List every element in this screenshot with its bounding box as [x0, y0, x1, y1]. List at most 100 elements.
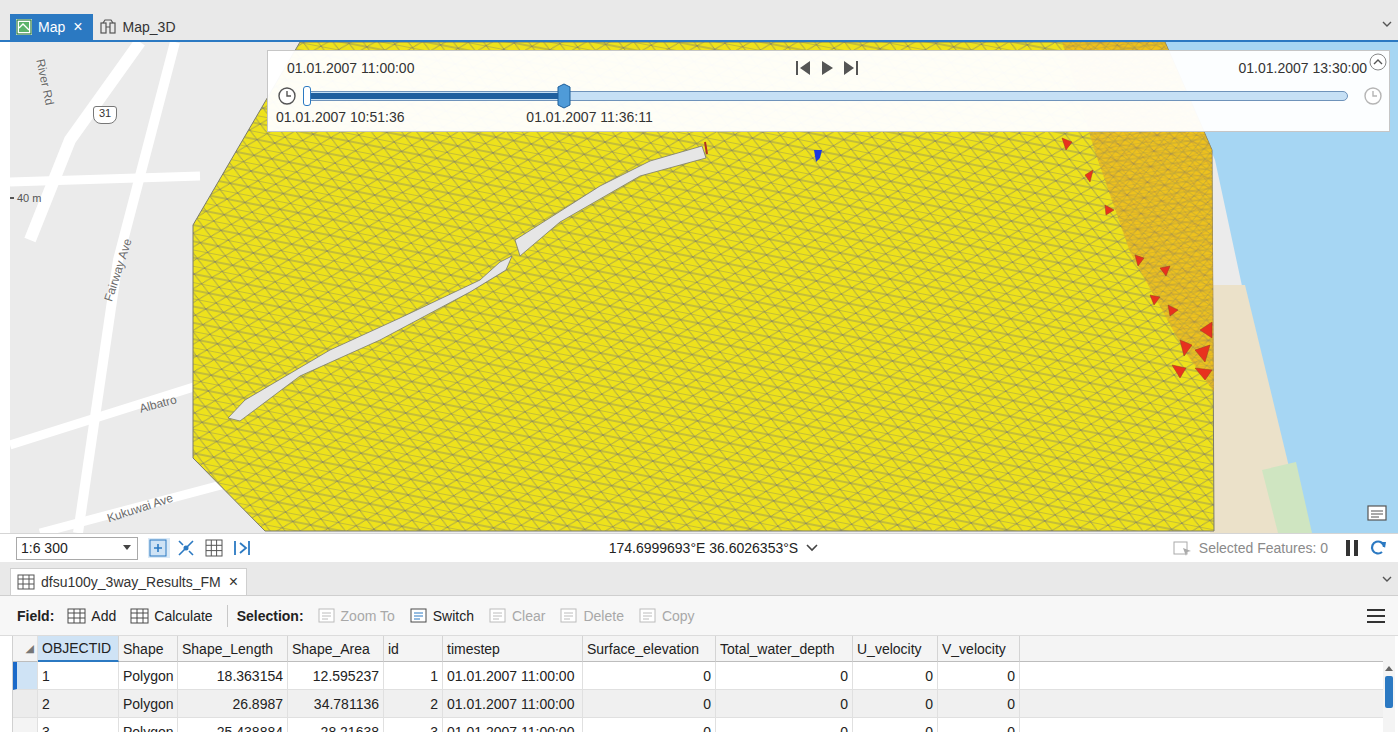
start-handle[interactable] [303, 86, 311, 106]
column-header[interactable]: V_velocity [938, 636, 1020, 662]
refresh-icon[interactable] [1368, 538, 1388, 558]
chevron-down-icon [806, 544, 818, 552]
column-header[interactable]: Shape [119, 636, 178, 662]
current-end-time: 01.01.2007 11:36:11 [526, 109, 652, 125]
column-header[interactable]: OBJECTID [38, 636, 119, 662]
table-row[interactable]: 3Polygon25.43888428.21638301.01.2007 11:… [13, 718, 1383, 732]
table-cell[interactable]: 2 [384, 690, 443, 718]
row-header[interactable] [13, 662, 38, 690]
table-tab[interactable]: dfsu100y_3way_Results_FM × [10, 568, 247, 595]
tab-close-button[interactable]: × [227, 574, 240, 590]
pause-icon[interactable] [1342, 538, 1362, 558]
dropdown-arrow-icon[interactable] [1382, 575, 1392, 583]
scroll-up-icon[interactable] [1384, 664, 1394, 672]
column-header[interactable]: timestep [443, 636, 583, 662]
row-header[interactable] [13, 690, 38, 718]
view-tab[interactable]: Map× [10, 14, 93, 40]
toolbar-button[interactable]: Zoom To [312, 605, 400, 627]
table-cell[interactable]: 0 [853, 718, 938, 732]
column-header[interactable]: Surface_elevation [583, 636, 716, 662]
mesh-cell-red [1200, 322, 1212, 338]
table-cell[interactable]: 0 [716, 690, 853, 718]
table-header: ◢OBJECTIDShapeShape_LengthShape_Areaidti… [13, 636, 1383, 662]
grid-icon[interactable] [204, 538, 226, 558]
layers-icon[interactable] [1366, 503, 1388, 523]
table-cell[interactable]: 0 [716, 718, 853, 732]
table-cell[interactable]: 25.438884 [178, 718, 288, 732]
table-cell[interactable]: 1 [384, 662, 443, 690]
table-cell[interactable]: 01.01.2007 11:00:00 [443, 718, 583, 732]
table-cell[interactable]: 0 [938, 718, 1020, 732]
basemap [10, 42, 1398, 533]
clock-icon[interactable] [277, 86, 297, 106]
table-cell[interactable]: 01.01.2007 11:00:00 [443, 690, 583, 718]
field-label: Field: [17, 608, 54, 624]
table-cell[interactable]: 0 [716, 662, 853, 690]
correction-icon[interactable] [232, 538, 254, 558]
toolbar-button[interactable]: Add [62, 605, 121, 627]
table-cell[interactable]: Polygon [119, 718, 178, 732]
table-cell[interactable]: 28.21638 [288, 718, 384, 732]
toolbar-button[interactable]: Clear [483, 605, 550, 627]
scale-value: 1:6 300 [21, 540, 68, 556]
view-tab[interactable]: Map_3D [93, 14, 184, 40]
table-cell[interactable]: 01.01.2007 11:00:00 [443, 662, 583, 690]
point-feature[interactable] [814, 150, 822, 162]
tab-close-button[interactable]: × [71, 19, 84, 35]
map-view[interactable]: River RdFairway AveAlbatroKukuwai Ave314… [10, 42, 1398, 533]
previous-icon[interactable] [793, 58, 813, 78]
mesh-cell-red [1168, 305, 1178, 316]
time-track[interactable] [306, 91, 1348, 101]
clock-settings-icon[interactable] [1363, 86, 1385, 106]
table-cell[interactable]: 0 [583, 662, 716, 690]
column-header[interactable]: Total_water_depth [716, 636, 853, 662]
arcgis-window: Map× Map_3D River RdFairway AveAlbatroKuku… [0, 0, 1398, 732]
dropdown-arrow-icon[interactable] [1382, 20, 1392, 28]
toolbar-button[interactable]: Calculate [125, 605, 217, 627]
select-all-corner[interactable]: ◢ [13, 636, 38, 662]
end-handle[interactable] [557, 83, 571, 109]
table-cell[interactable]: 0 [853, 690, 938, 718]
table-row[interactable]: 2Polygon26.898734.781136201.01.2007 11:0… [13, 690, 1383, 718]
table-cell[interactable]: 26.8987 [178, 690, 288, 718]
toolbar-button[interactable]: Copy [633, 605, 700, 627]
scale-dropdown[interactable]: 1:6 300 [16, 537, 138, 560]
table-cell[interactable]: 12.595237 [288, 662, 384, 690]
row-header[interactable] [13, 718, 38, 732]
table-cell[interactable]: Polygon [119, 690, 178, 718]
selection-label: Selection: [237, 608, 304, 624]
toolbar-button[interactable]: Delete [554, 605, 628, 627]
table-cell[interactable]: 3 [38, 718, 119, 732]
snapping-icon[interactable] [176, 538, 198, 558]
tab-label: Map_3D [123, 19, 176, 35]
table-cell[interactable]: 2 [38, 690, 119, 718]
column-header[interactable]: Shape_Length [178, 636, 288, 662]
vertical-scrollbar[interactable] [1383, 636, 1395, 732]
scroll-thumb[interactable] [1385, 676, 1393, 708]
toolbar-button-label: Zoom To [341, 608, 395, 624]
mesh-cell-red [1180, 340, 1192, 356]
table-cell[interactable]: 18.363154 [178, 662, 288, 690]
table-cell[interactable]: 3 [384, 718, 443, 732]
table-cell[interactable]: 1 [38, 662, 119, 690]
elevation-mark: 40 m [10, 192, 41, 204]
coordinates[interactable]: 174.6999693°E 36.6026353°S [264, 540, 1163, 556]
toolbar-button[interactable]: Switch [404, 605, 479, 627]
table-cell[interactable]: 0 [583, 690, 716, 718]
collapse-icon[interactable] [1369, 53, 1387, 71]
next-icon[interactable] [841, 58, 861, 78]
fixed-scale-icon[interactable] [148, 538, 170, 558]
menu-icon[interactable] [1366, 608, 1386, 624]
table-tab-label: dfsu100y_3way_Results_FM [41, 574, 221, 590]
play-icon[interactable] [817, 58, 837, 78]
table-cell[interactable]: 0 [938, 690, 1020, 718]
table-cell[interactable]: Polygon [119, 662, 178, 690]
table-cell[interactable]: 0 [583, 718, 716, 732]
table-cell[interactable]: 0 [853, 662, 938, 690]
column-header[interactable]: id [384, 636, 443, 662]
table-cell[interactable]: 34.781136 [288, 690, 384, 718]
column-header[interactable]: Shape_Area [288, 636, 384, 662]
table-row[interactable]: 1Polygon18.36315412.595237101.01.2007 11… [13, 662, 1383, 690]
table-cell[interactable]: 0 [938, 662, 1020, 690]
column-header[interactable]: U_velocity [853, 636, 938, 662]
